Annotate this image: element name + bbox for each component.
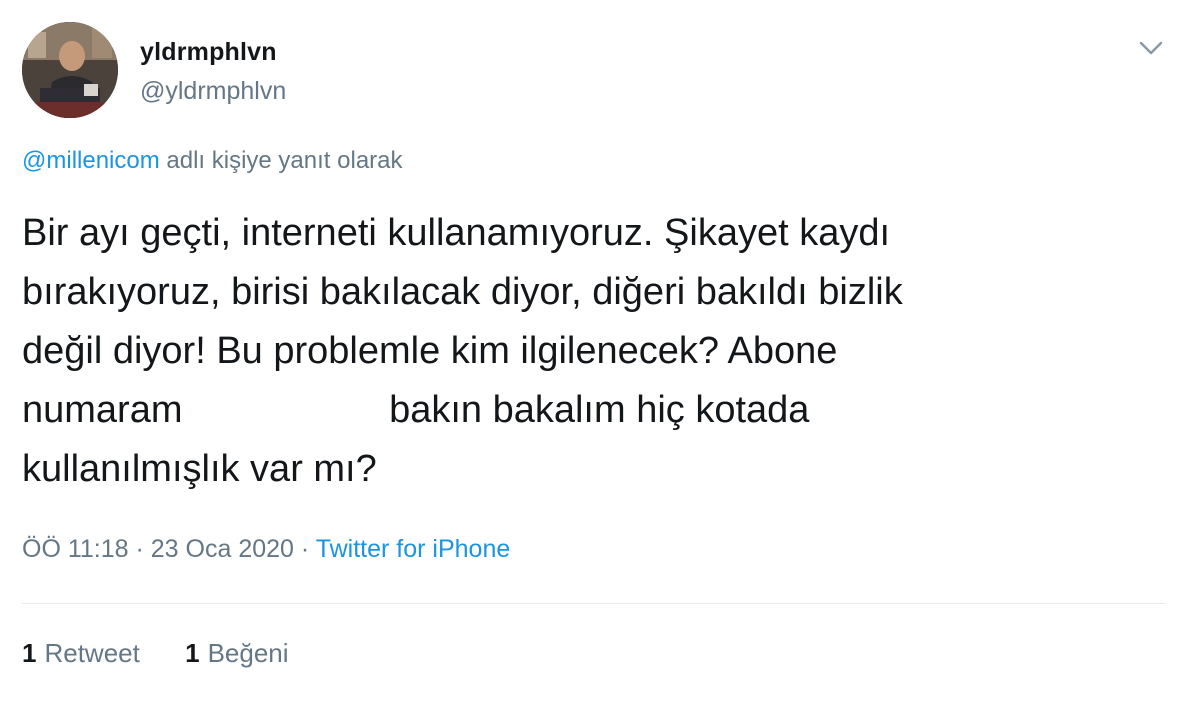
meta-separator: · <box>135 535 144 563</box>
stats-divider <box>22 603 1166 604</box>
user-avatar[interactable] <box>22 22 118 118</box>
more-options-chevron-down-icon[interactable] <box>1137 36 1165 60</box>
tweet-text: Bir ayı geçti, interneti kullanamıyoruz.… <box>22 204 1142 499</box>
likes-label: Beğeni <box>207 638 289 668</box>
likes-count: 1 <box>185 638 200 668</box>
tweet-source-link[interactable]: Twitter for iPhone <box>316 535 511 563</box>
tweet-stats: 1 Retweet 1 Beğeni <box>22 638 327 669</box>
retweets-label: Retweet <box>44 638 140 668</box>
reply-mention-link[interactable]: @millenicom <box>22 147 160 174</box>
reply-context: @millenicom adlı kişiye yanıt olarak <box>22 147 403 175</box>
retweets-stat[interactable]: 1 Retweet <box>22 638 140 669</box>
user-display-name[interactable]: yldrmphlvn <box>140 38 277 67</box>
tweet-meta: ÖÖ 11:18 · 23 Oca 2020 · Twitter for iPh… <box>22 535 510 564</box>
tweet-date[interactable]: 23 Oca 2020 <box>151 535 294 563</box>
user-photo-icon <box>22 22 118 118</box>
retweets-count: 1 <box>22 638 37 668</box>
likes-stat[interactable]: 1 Beğeni <box>185 638 288 669</box>
reply-suffix-text: adlı kişiye yanıt olarak <box>166 147 403 174</box>
tweet-time[interactable]: ÖÖ 11:18 <box>22 535 129 563</box>
meta-separator-2: · <box>300 535 310 563</box>
user-handle[interactable]: @yldrmphlvn <box>140 77 286 106</box>
tweet-card: yldrmphlvn @yldrmphlvn @millenicom adlı … <box>0 0 1200 702</box>
